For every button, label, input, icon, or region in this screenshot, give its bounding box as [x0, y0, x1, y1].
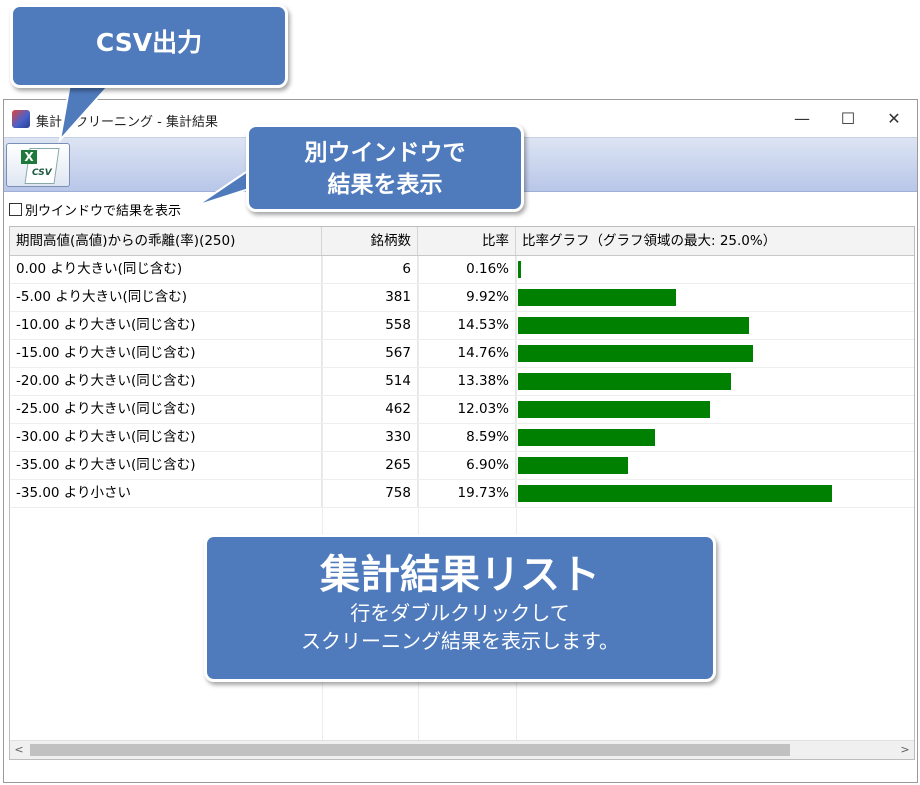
callout-csv-text: CSV出力 [95, 28, 203, 57]
callout-csv-export: CSV出力 [10, 4, 288, 88]
callout-list-line1: 行をダブルクリックして [350, 601, 570, 625]
callout-window-line1: 別ウインドウで [304, 140, 466, 166]
callout-result-list: 集計結果リスト 行をダブルクリックして スクリーニング結果を表示します。 [204, 534, 716, 682]
csv-callout-tail [58, 83, 113, 144]
callout-window-line2: 結果を表示 [327, 172, 443, 198]
window-callout-tail [195, 166, 253, 207]
callout-list-title: 集計結果リスト [320, 552, 600, 598]
callout-separate-window: 別ウインドウで 結果を表示 [246, 124, 524, 212]
callout-list-line2: スクリーニング結果を表示します。 [301, 629, 619, 653]
